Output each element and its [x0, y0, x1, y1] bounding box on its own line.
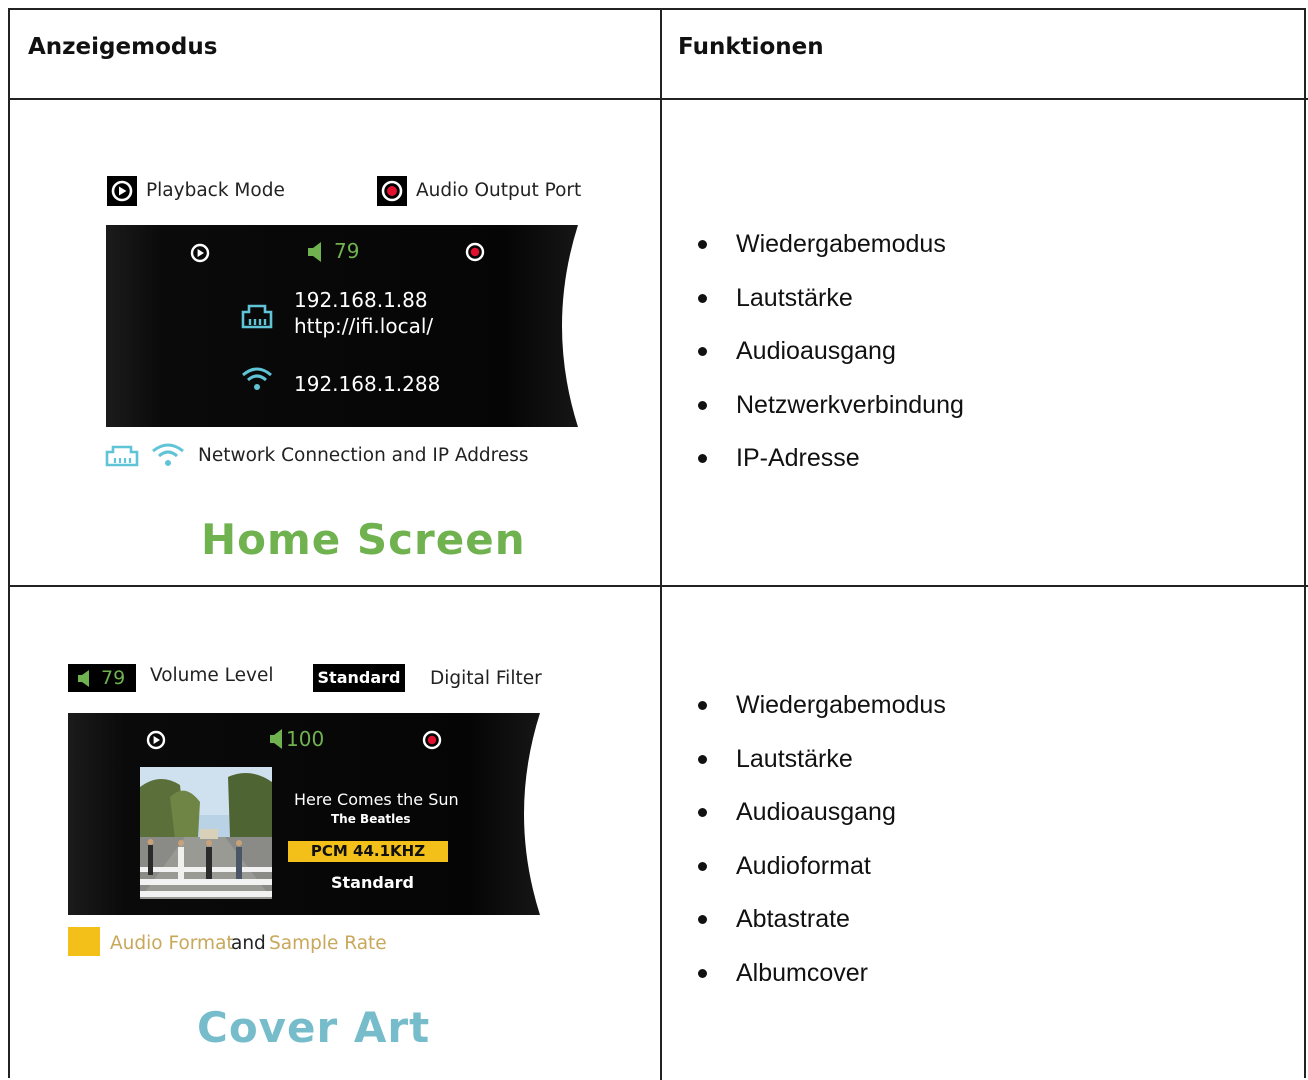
column-divider: [660, 10, 662, 1080]
cover-art-title: Cover Art: [197, 1003, 431, 1052]
digital-filter-label: Digital Filter: [430, 668, 542, 689]
volume-legend-badge: 79: [68, 664, 136, 692]
list-item: Lautstärke: [690, 745, 946, 799]
list-item: Wiedergabemodus: [690, 691, 946, 745]
volume-level-label: Volume Level: [150, 665, 274, 686]
sample-rate-label: Sample Rate: [269, 933, 387, 954]
volume-value: 100: [286, 727, 325, 751]
volume-icon: [308, 242, 321, 262]
list-item: IP-Adresse: [690, 444, 964, 498]
ethernet-legend-icon: [105, 445, 139, 467]
home-screen-feature-list: Wiedergabemodus Lautstärke Audioausgang …: [690, 230, 964, 498]
volume-icon: [270, 729, 282, 749]
device-url: http://ifi.local/: [294, 314, 434, 338]
play-icon: [190, 243, 210, 263]
list-item: Audioausgang: [690, 798, 946, 852]
digital-filter-value: Standard: [331, 873, 414, 892]
audio-output-port-label: Audio Output Port: [416, 180, 582, 201]
output-port-icon: [465, 242, 485, 262]
volume-legend-value: 79: [101, 667, 126, 689]
wifi-icon: [242, 367, 272, 390]
wifi-legend-icon: [152, 443, 184, 466]
ethernet-icon: [241, 304, 273, 329]
volume-value: 79: [334, 239, 360, 263]
wifi-ip: 192.168.1.288: [294, 372, 441, 396]
list-item: Audioformat: [690, 852, 946, 906]
play-icon: [146, 730, 166, 750]
output-port-icon: [422, 730, 442, 750]
header-display-mode: Anzeigemodus: [28, 34, 218, 60]
header-divider: [10, 98, 1308, 100]
row-divider: [10, 585, 1308, 587]
home-screen-display: 79 192.168.1.88 http://ifi.local/ 192.16…: [106, 225, 578, 427]
header-functions: Funktionen: [678, 34, 824, 60]
home-screen-title: Home Screen: [201, 515, 526, 564]
playback-mode-label: Playback Mode: [146, 180, 285, 201]
list-item: Lautstärke: [690, 284, 964, 338]
list-item: Albumcover: [690, 959, 946, 1013]
network-connection-label: Network Connection and IP Address: [198, 445, 529, 466]
playback-mode-legend-icon: [107, 176, 137, 206]
wired-ip: 192.168.1.88: [294, 288, 428, 312]
and-label: and: [231, 933, 266, 954]
list-item: Wiedergabemodus: [690, 230, 964, 284]
track-title: Here Comes the Sun: [294, 790, 459, 809]
audio-output-legend-icon: [377, 176, 407, 206]
list-item: Audioausgang: [690, 337, 964, 391]
cover-art-display: 100 Here Comes the Sun The Beatles PCM 4…: [68, 713, 540, 915]
volume-icon: [78, 670, 89, 687]
cover-art-feature-list: Wiedergabemodus Lautstärke Audioausgang …: [690, 691, 946, 1012]
audio-format-badge: PCM 44.1KHZ: [288, 841, 448, 862]
album-cover-image: [140, 767, 272, 899]
list-item: Abtastrate: [690, 905, 946, 959]
artist-name: The Beatles: [331, 812, 411, 826]
filter-legend-badge: Standard: [313, 664, 405, 692]
audio-format-label: Audio Format: [110, 933, 234, 954]
audio-format-legend-swatch: [68, 927, 100, 956]
list-item: Netzwerkverbindung: [690, 391, 964, 445]
